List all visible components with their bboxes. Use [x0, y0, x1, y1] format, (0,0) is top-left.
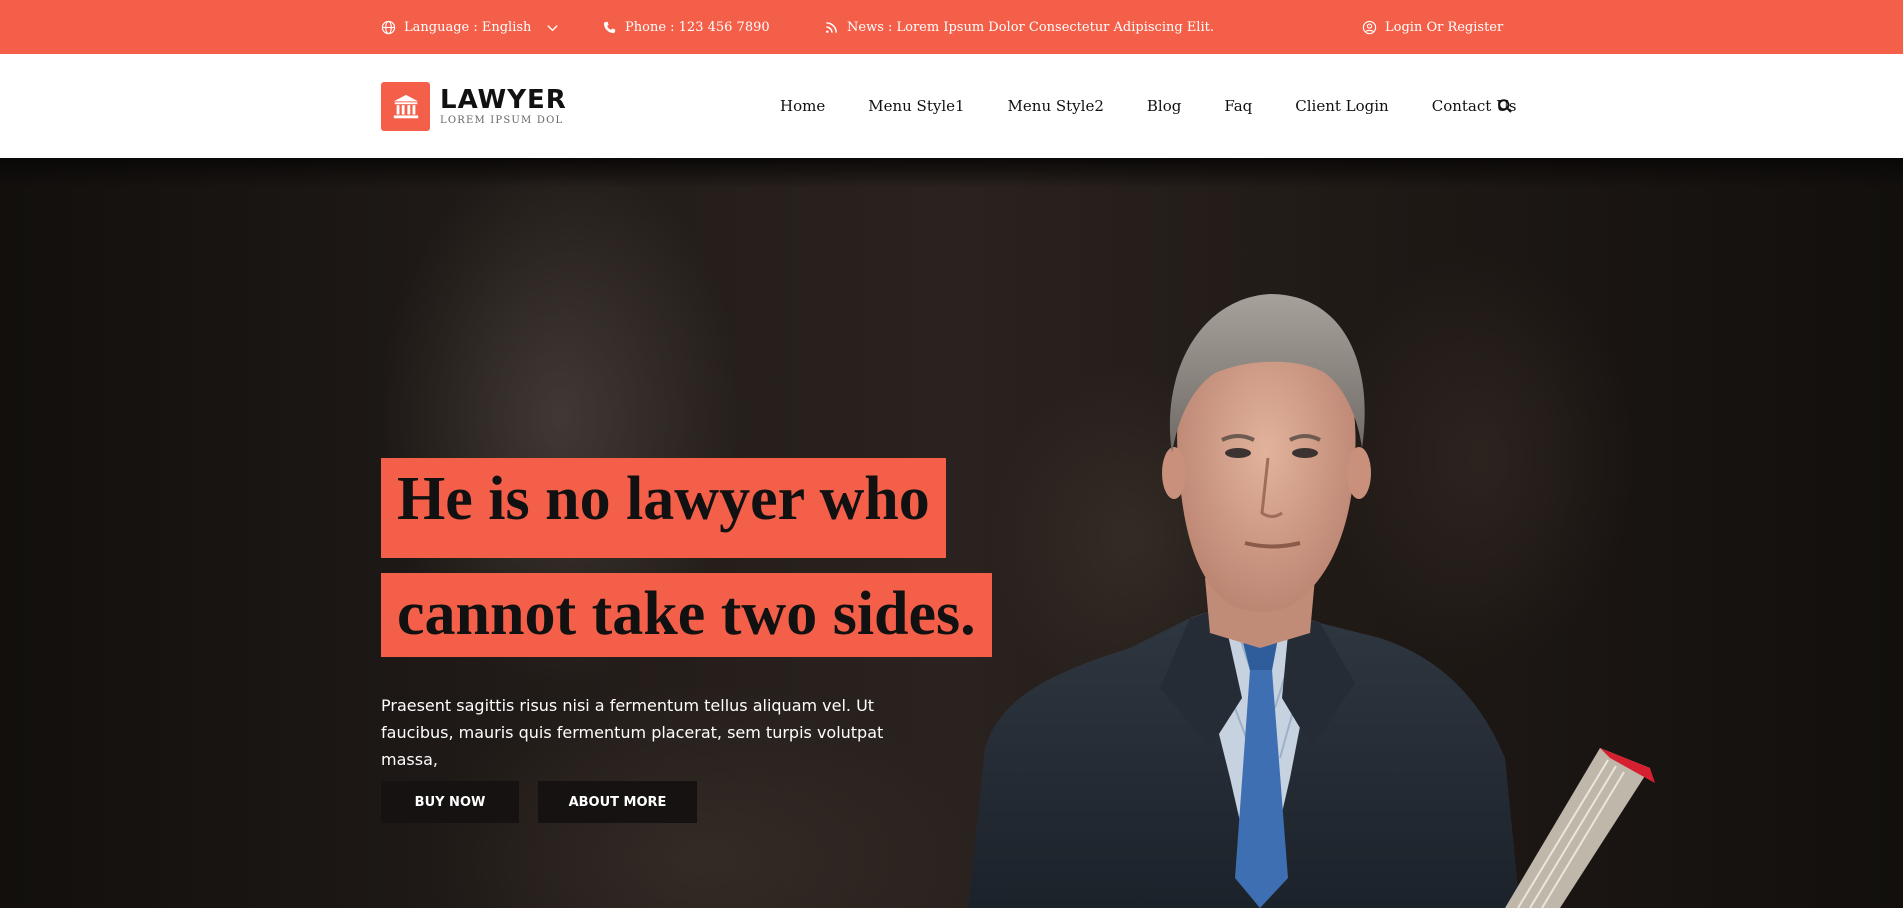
main-nav: Home Menu Style1 Menu Style2 Blog Faq Cl… [780, 54, 1559, 158]
courthouse-icon [381, 82, 430, 131]
nav-item-client-login[interactable]: Client Login [1295, 97, 1388, 115]
nav-item-menu-style1[interactable]: Menu Style1 [868, 97, 964, 115]
chevron-down-icon [547, 24, 559, 31]
buy-now-button[interactable]: BUY NOW [381, 781, 519, 823]
nav-item-blog[interactable]: Blog [1147, 97, 1181, 115]
user-icon [1362, 20, 1377, 34]
news-ticker[interactable]: News : Lorem Ipsum Dolor Consectetur Adi… [824, 0, 1214, 54]
nav-item-faq[interactable]: Faq [1224, 97, 1252, 115]
about-more-button[interactable]: ABOUT MORE [538, 781, 697, 823]
nav-item-home[interactable]: Home [780, 97, 825, 115]
logo-title: LAWYER [440, 85, 567, 115]
hero-section: He is no lawyer who cannot take two side… [0, 158, 1903, 908]
hero-description: Praesent sagittis risus nisi a fermentum… [381, 696, 884, 769]
login-label: Login Or Register [1385, 19, 1504, 35]
hero-top-shadow [0, 158, 1903, 188]
phone-icon [603, 21, 616, 33]
news-label: News : Lorem Ipsum Dolor Consectetur Adi… [847, 19, 1214, 35]
main-header: LAWYER LOREM IPSUM DOL Home Menu Style1 … [0, 54, 1903, 158]
language-label: Language : English [404, 19, 532, 35]
phone-info: Phone : 123 456 7890 [602, 0, 770, 54]
site-logo[interactable]: LAWYER LOREM IPSUM DOL [381, 82, 567, 131]
hero-headline-line1: He is no lawyer who [381, 458, 946, 558]
top-bar: Language : English Phone : 123 456 7890 … [0, 0, 1903, 54]
lawyer-portrait-image [968, 294, 1655, 908]
globe-icon [381, 20, 396, 34]
phone-label: Phone : 123 456 7890 [625, 19, 770, 35]
hero-headline-line2: cannot take two sides. [381, 573, 992, 657]
logo-subtitle: LOREM IPSUM DOL [440, 115, 564, 126]
search-icon[interactable] [1497, 98, 1513, 114]
login-register-link[interactable]: Login Or Register [1362, 0, 1503, 54]
rss-icon [826, 21, 837, 33]
nav-item-menu-style2[interactable]: Menu Style2 [1008, 97, 1104, 115]
language-selector[interactable]: Language : English [381, 0, 560, 54]
